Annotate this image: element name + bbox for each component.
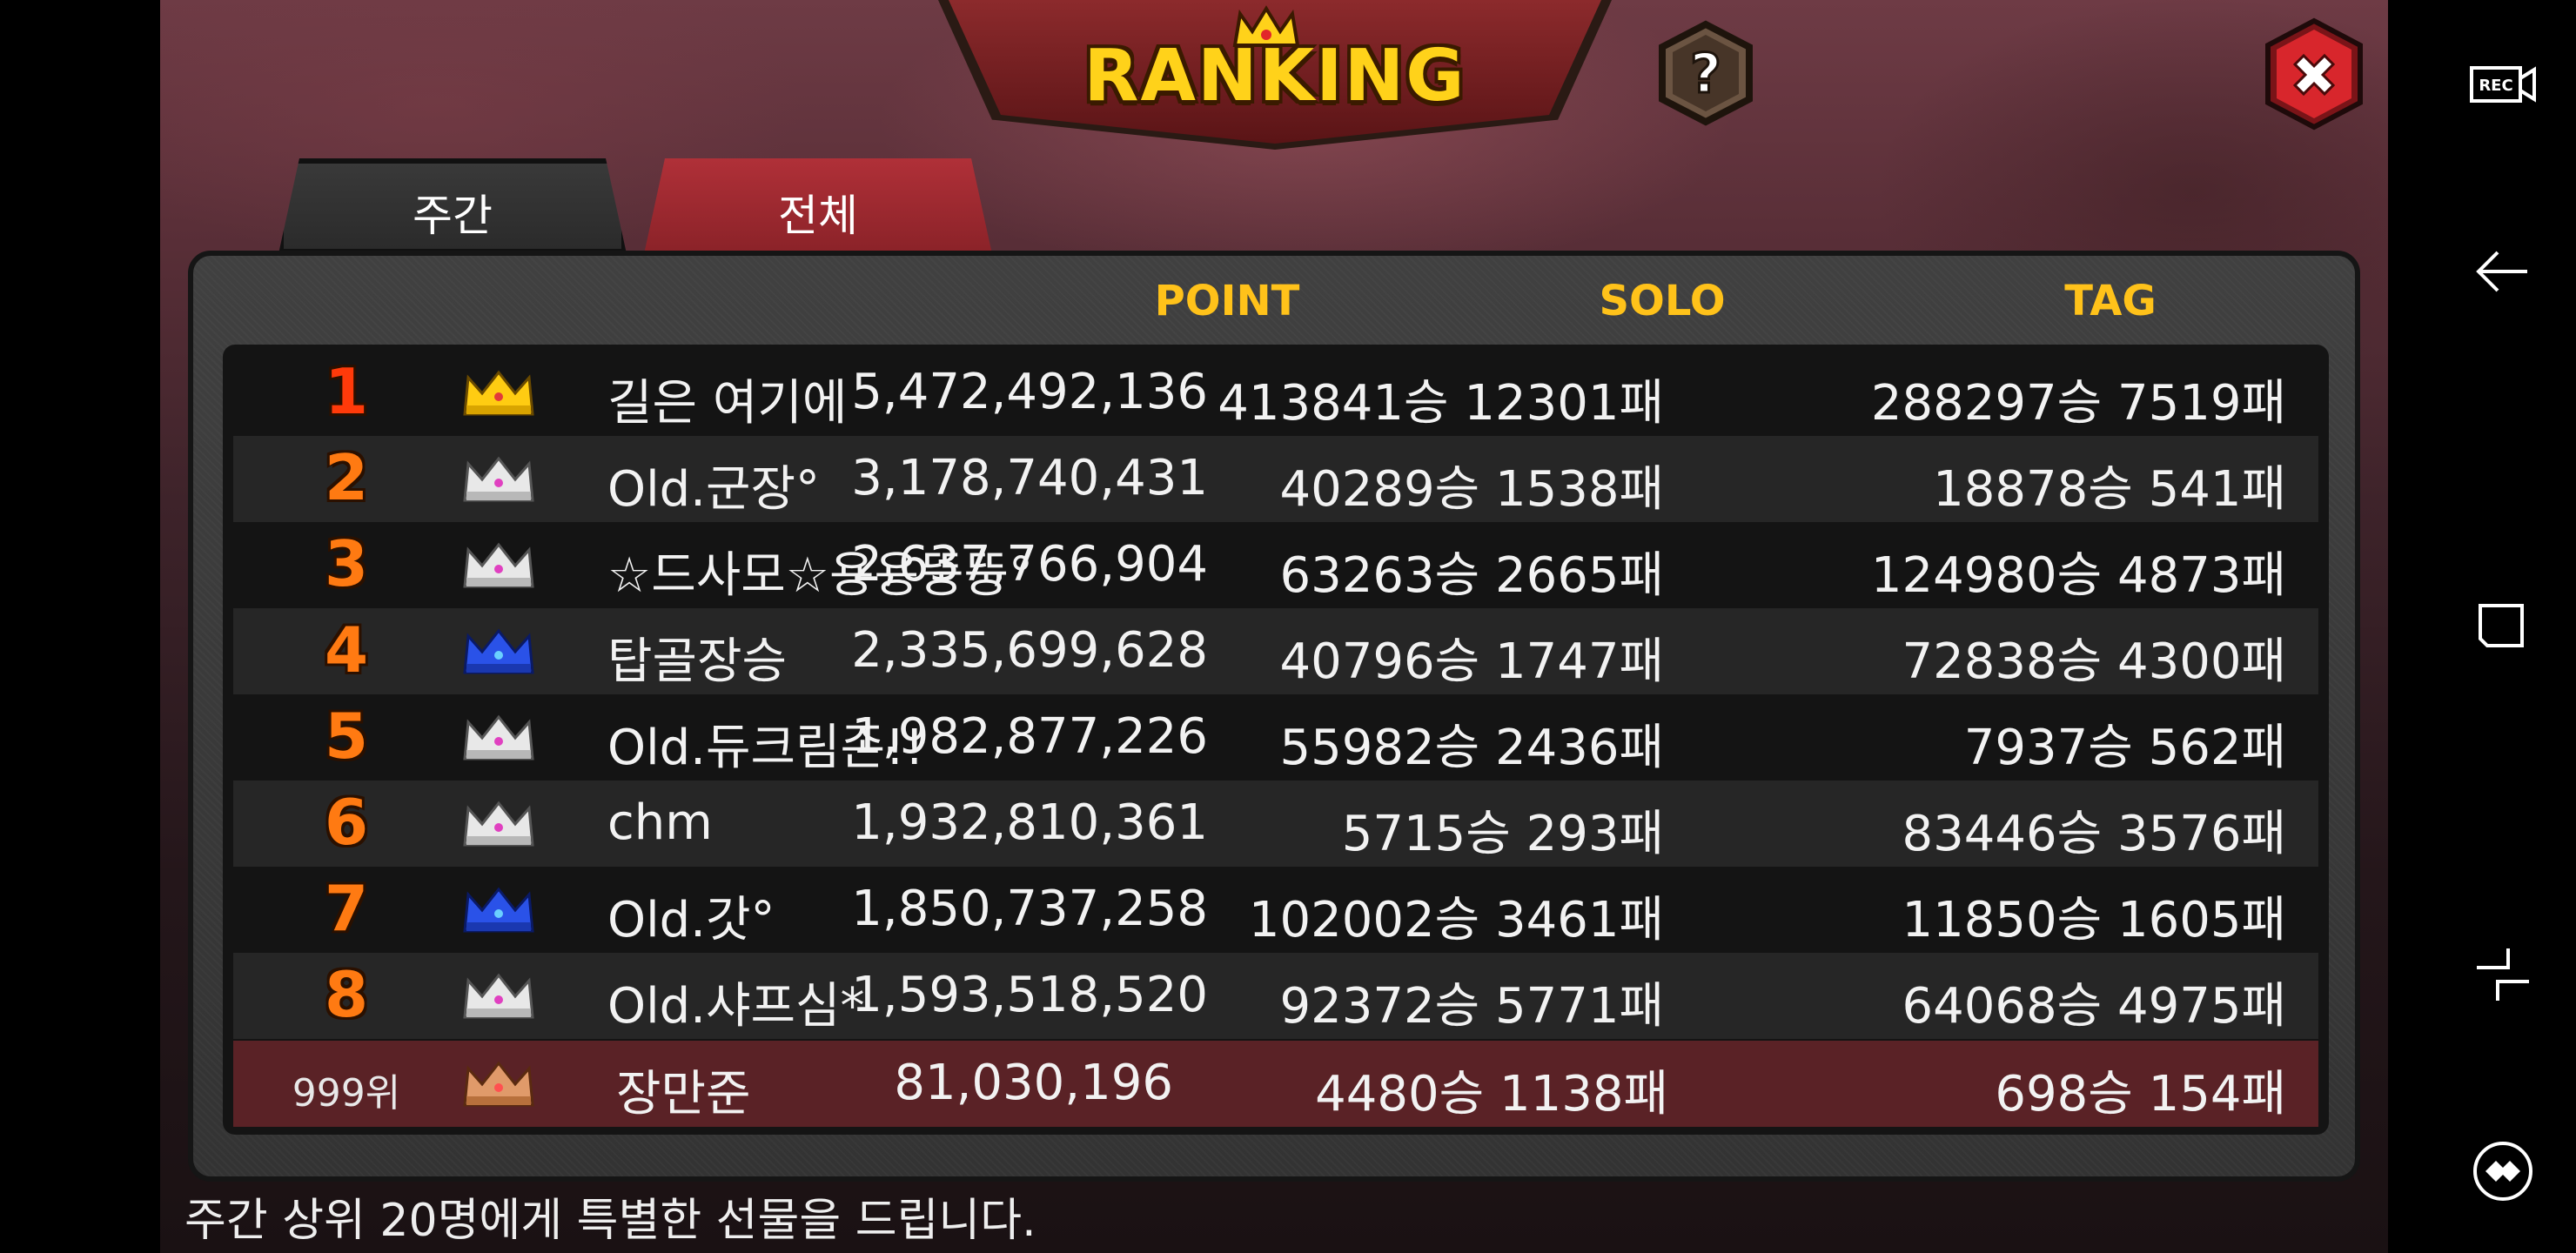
rank-number: 5 — [324, 700, 369, 773]
my-ranking-row[interactable]: 999위 장만준 81,030,196 4480승 1138패 698승 154… — [233, 1041, 2318, 1127]
silver-crown-icon — [463, 801, 534, 847]
rank-number: 6 — [324, 786, 369, 859]
silver-crown-icon — [463, 542, 534, 588]
rank-number: 1 — [324, 355, 369, 428]
game-screen: RANKING ? ✖ 주간 전체 POINT SOLO TAG 1 길은 여기… — [0, 0, 2576, 1253]
blue-crown-icon — [463, 628, 534, 674]
player-solo-record: 102002승 3461패 — [1248, 892, 1664, 948]
player-point: 2,637,766,904 — [851, 536, 1208, 593]
player-point: 5,472,492,136 — [851, 364, 1208, 420]
player-solo-record: 413841승 12301패 — [1218, 375, 1664, 432]
bronze-crown-icon — [463, 1061, 534, 1107]
player-point: 3,178,740,431 — [851, 450, 1208, 506]
player-solo-record: 40796승 1747패 — [1279, 633, 1664, 690]
player-name: 탑골장승 — [607, 633, 788, 690]
player-tag-record: 18878승 541패 — [1933, 461, 2286, 518]
home-icon[interactable] — [2468, 940, 2538, 1009]
ranking-row[interactable]: 6 chm 1,932,810,361 5715승 293패 83446승 35… — [233, 781, 2318, 867]
tab-weekly[interactable]: 주간 — [278, 158, 627, 254]
silver-crown-icon — [463, 973, 534, 1019]
rank-number: 7 — [324, 872, 369, 945]
ranking-row[interactable]: 4 탑골장승 2,335,699,628 40796승 1747패 72838승… — [233, 608, 2318, 694]
tab-all[interactable]: 전체 — [644, 158, 992, 254]
player-point: 1,982,877,226 — [851, 708, 1208, 765]
ranking-row[interactable]: 1 길은 여기에 5,472,492,136 413841승 12301패 28… — [233, 350, 2318, 436]
help-icon: ? — [1690, 42, 1721, 105]
player-tag-record: 72838승 4300패 — [1902, 633, 2286, 690]
ranking-row[interactable]: 7 Old.갓° 1,850,737,258 102002승 3461패 118… — [233, 867, 2318, 953]
ranking-row[interactable]: 8 Old.샤프심* 1,593,518,520 92372승 5771패 64… — [233, 953, 2318, 1039]
svg-text:REC: REC — [2479, 77, 2512, 95]
rank-number: 8 — [324, 958, 369, 1031]
close-button[interactable]: ✖ — [2257, 17, 2371, 131]
ranking-row[interactable]: 3 ☆드사모☆용용뚱뚱° 2,637,766,904 63263승 2665패 … — [233, 522, 2318, 608]
player-solo-record: 55982승 2436패 — [1279, 720, 1664, 776]
player-tag-record: 11850승 1605패 — [1902, 892, 2286, 948]
rank-number: 2 — [324, 441, 369, 514]
silver-crown-icon — [463, 456, 534, 502]
my-player-solo-record: 4480승 1138패 — [1315, 1066, 1668, 1122]
ranking-row[interactable]: 5 Old.듀크림존!! 1,982,877,226 55982승 2436패 … — [233, 694, 2318, 781]
player-tag-record: 288297승 7519패 — [1870, 375, 2286, 432]
column-header-point: POINT — [1154, 277, 1300, 325]
player-solo-record: 63263승 2665패 — [1279, 547, 1664, 604]
player-tag-record: 7937승 562패 — [1963, 720, 2286, 776]
close-icon: ✖ — [2290, 43, 2338, 110]
column-header-tag: TAG — [2064, 277, 2157, 325]
player-tag-record: 124980승 4873패 — [1870, 547, 2286, 604]
player-tag-record: 64068승 4975패 — [1902, 978, 2286, 1035]
my-player-name: 장만준 — [616, 1066, 751, 1122]
page-title: RANKING — [1083, 35, 1466, 117]
player-point: 1,593,518,520 — [851, 967, 1208, 1023]
column-header-solo: SOLO — [1599, 277, 1726, 325]
my-player-tag-record: 698승 154패 — [1995, 1066, 2286, 1122]
tab-all-label: 전체 — [778, 191, 858, 241]
back-icon[interactable] — [2468, 237, 2538, 306]
player-tag-record: 83446승 3576패 — [1902, 806, 2286, 862]
my-rank-number: 999위 — [292, 1071, 401, 1116]
gold-crown-icon — [463, 370, 534, 416]
player-name: Old.군장° — [607, 461, 821, 518]
player-point: 1,850,737,258 — [851, 881, 1208, 937]
rank-number: 4 — [324, 613, 369, 687]
rec-icon[interactable]: REC — [2468, 49, 2538, 118]
player-point: 2,335,699,628 — [851, 622, 1208, 679]
tab-weekly-label: 주간 — [413, 191, 493, 241]
game-tools-icon[interactable] — [2468, 1136, 2538, 1206]
silver-crown-icon — [463, 714, 534, 761]
player-name: Old.갓° — [607, 892, 775, 948]
player-point: 1,932,810,361 — [851, 794, 1208, 851]
player-solo-record: 5715승 293패 — [1341, 806, 1664, 862]
player-name: Old.샤프심* — [607, 978, 865, 1035]
ranking-list[interactable]: 1 길은 여기에 5,472,492,136 413841승 12301패 28… — [223, 345, 2329, 1135]
player-name: chm — [607, 794, 713, 851]
left-letterbox — [0, 0, 160, 1253]
player-name: 길은 여기에 — [607, 375, 848, 432]
ranking-row[interactable]: 2 Old.군장° 3,178,740,431 40289승 1538패 188… — [233, 436, 2318, 522]
rank-number: 3 — [324, 527, 369, 600]
recents-icon[interactable] — [2468, 588, 2538, 658]
player-solo-record: 40289승 1538패 — [1279, 461, 1664, 518]
player-solo-record: 92372승 5771패 — [1279, 978, 1664, 1035]
help-button[interactable]: ? — [1652, 19, 1760, 127]
blue-crown-icon — [463, 887, 534, 933]
reward-notice: 주간 상위 20명에게 특별한 선물을 드립니다. — [184, 1195, 1036, 1247]
my-player-point: 81,030,196 — [894, 1055, 1173, 1111]
